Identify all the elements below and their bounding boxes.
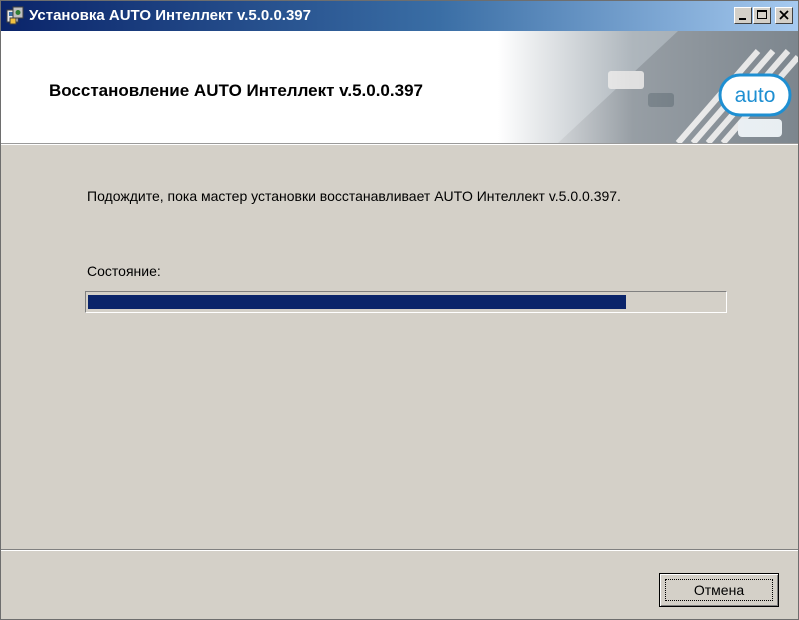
wait-message: Подождите, пока мастер установки восстан…	[87, 188, 621, 204]
title-bar[interactable]: Установка AUTO Интеллект v.5.0.0.397	[1, 1, 798, 31]
maximize-button[interactable]	[753, 7, 771, 24]
status-label: Состояние:	[87, 263, 161, 279]
close-button[interactable]	[775, 7, 793, 24]
wizard-header: Восстановление AUTO Интеллект v.5.0.0.39…	[1, 31, 798, 144]
window-title: Установка AUTO Интеллект v.5.0.0.397	[29, 7, 311, 24]
cancel-button-label: Отмена	[665, 579, 773, 601]
minimize-icon	[739, 18, 746, 20]
installer-icon	[6, 6, 24, 25]
installer-window: Установка AUTO Интеллект v.5.0.0.397 Вос…	[0, 0, 799, 620]
footer-separator	[1, 549, 798, 551]
cancel-button[interactable]: Отмена	[659, 573, 779, 607]
traffic-scene-banner: auto	[498, 31, 798, 143]
progress-fill	[88, 295, 626, 309]
maximize-icon	[757, 10, 767, 19]
auto-logo: auto	[735, 84, 776, 107]
minimize-button[interactable]	[734, 7, 752, 24]
close-icon	[779, 10, 789, 20]
progress-bar	[85, 291, 727, 313]
page-title: Восстановление AUTO Интеллект v.5.0.0.39…	[49, 81, 423, 100]
